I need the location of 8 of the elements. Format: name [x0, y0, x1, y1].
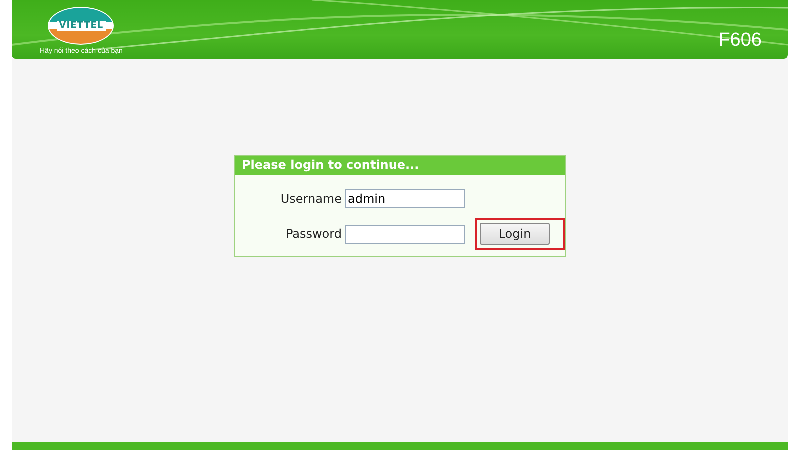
field-label: Username	[280, 192, 342, 206]
logo-text: VIETTEL	[57, 21, 106, 31]
panel-title: Please login to continue...	[235, 156, 565, 175]
field-label: Password	[286, 227, 342, 241]
model-name: F606	[718, 30, 762, 52]
login-button[interactable]: Login	[480, 223, 550, 245]
username-field[interactable]: admin	[345, 189, 465, 208]
password-field[interactable]	[345, 224, 465, 244]
